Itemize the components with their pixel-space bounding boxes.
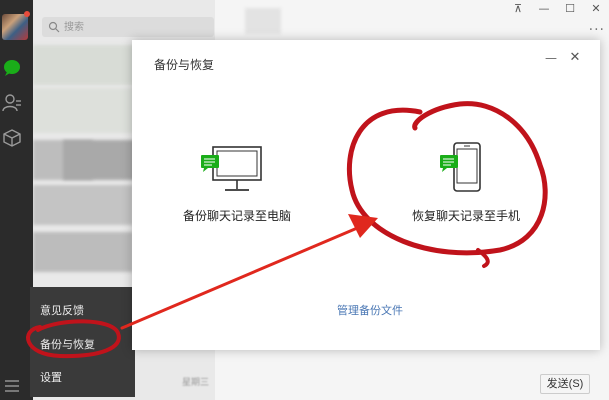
favorites-icon[interactable] xyxy=(2,128,22,148)
sidebar xyxy=(0,0,33,400)
pin-button[interactable]: ⊼ xyxy=(505,0,531,18)
search-box xyxy=(42,17,214,37)
dialog-close-button[interactable]: ✕ xyxy=(568,51,582,65)
menu-item-settings[interactable]: 设置 xyxy=(40,369,62,385)
restore-to-phone-label: 恢复聊天记录至手机 xyxy=(412,209,521,223)
menu-item-feedback[interactable]: 意见反馈 xyxy=(40,302,84,318)
manage-backup-files-link[interactable]: 管理备份文件 xyxy=(337,302,403,318)
avatar[interactable] xyxy=(2,11,30,40)
backup-to-pc-label: 备份聊天记录至电脑 xyxy=(183,209,292,223)
popup-menu: 意见反馈 备份与恢复 设置 xyxy=(30,287,135,397)
close-button[interactable]: ✕ xyxy=(583,0,609,18)
chat-timestamp: 星期三 xyxy=(182,378,210,388)
chat-list-item[interactable] xyxy=(33,185,133,225)
menu-item-backup-restore[interactable]: 备份与恢复 xyxy=(40,336,95,352)
search-input[interactable] xyxy=(64,19,204,35)
phone-icon xyxy=(440,142,481,192)
restore-to-phone-option[interactable]: 恢复聊天记录至手机 xyxy=(402,135,562,235)
backup-restore-dialog: 备份与恢复 — ✕ 备份聊天记录至电脑 恢复聊天记录至手机 管理备份文件 xyxy=(132,40,600,350)
chat-list-item[interactable] xyxy=(63,140,143,180)
send-button[interactable]: 发送(S) xyxy=(540,374,590,394)
chat-list-item[interactable] xyxy=(33,232,133,272)
search-icon xyxy=(48,21,60,33)
backup-to-pc-option[interactable]: 备份聊天记录至电脑 xyxy=(167,135,327,235)
chat-icon[interactable] xyxy=(2,58,22,78)
contacts-icon[interactable] xyxy=(2,93,22,113)
maximize-button[interactable]: ☐ xyxy=(557,0,583,18)
dialog-minimize-button[interactable]: — xyxy=(544,51,558,65)
window-controls: ⊼ — ☐ ✕ xyxy=(505,0,609,18)
menu-icon[interactable] xyxy=(2,376,22,396)
chat-header-avatar xyxy=(245,8,281,34)
computer-icon xyxy=(201,146,262,191)
minimize-button[interactable]: — xyxy=(531,0,557,18)
more-icon[interactable]: ··· xyxy=(589,22,605,38)
dialog-title: 备份与恢复 xyxy=(154,58,215,72)
